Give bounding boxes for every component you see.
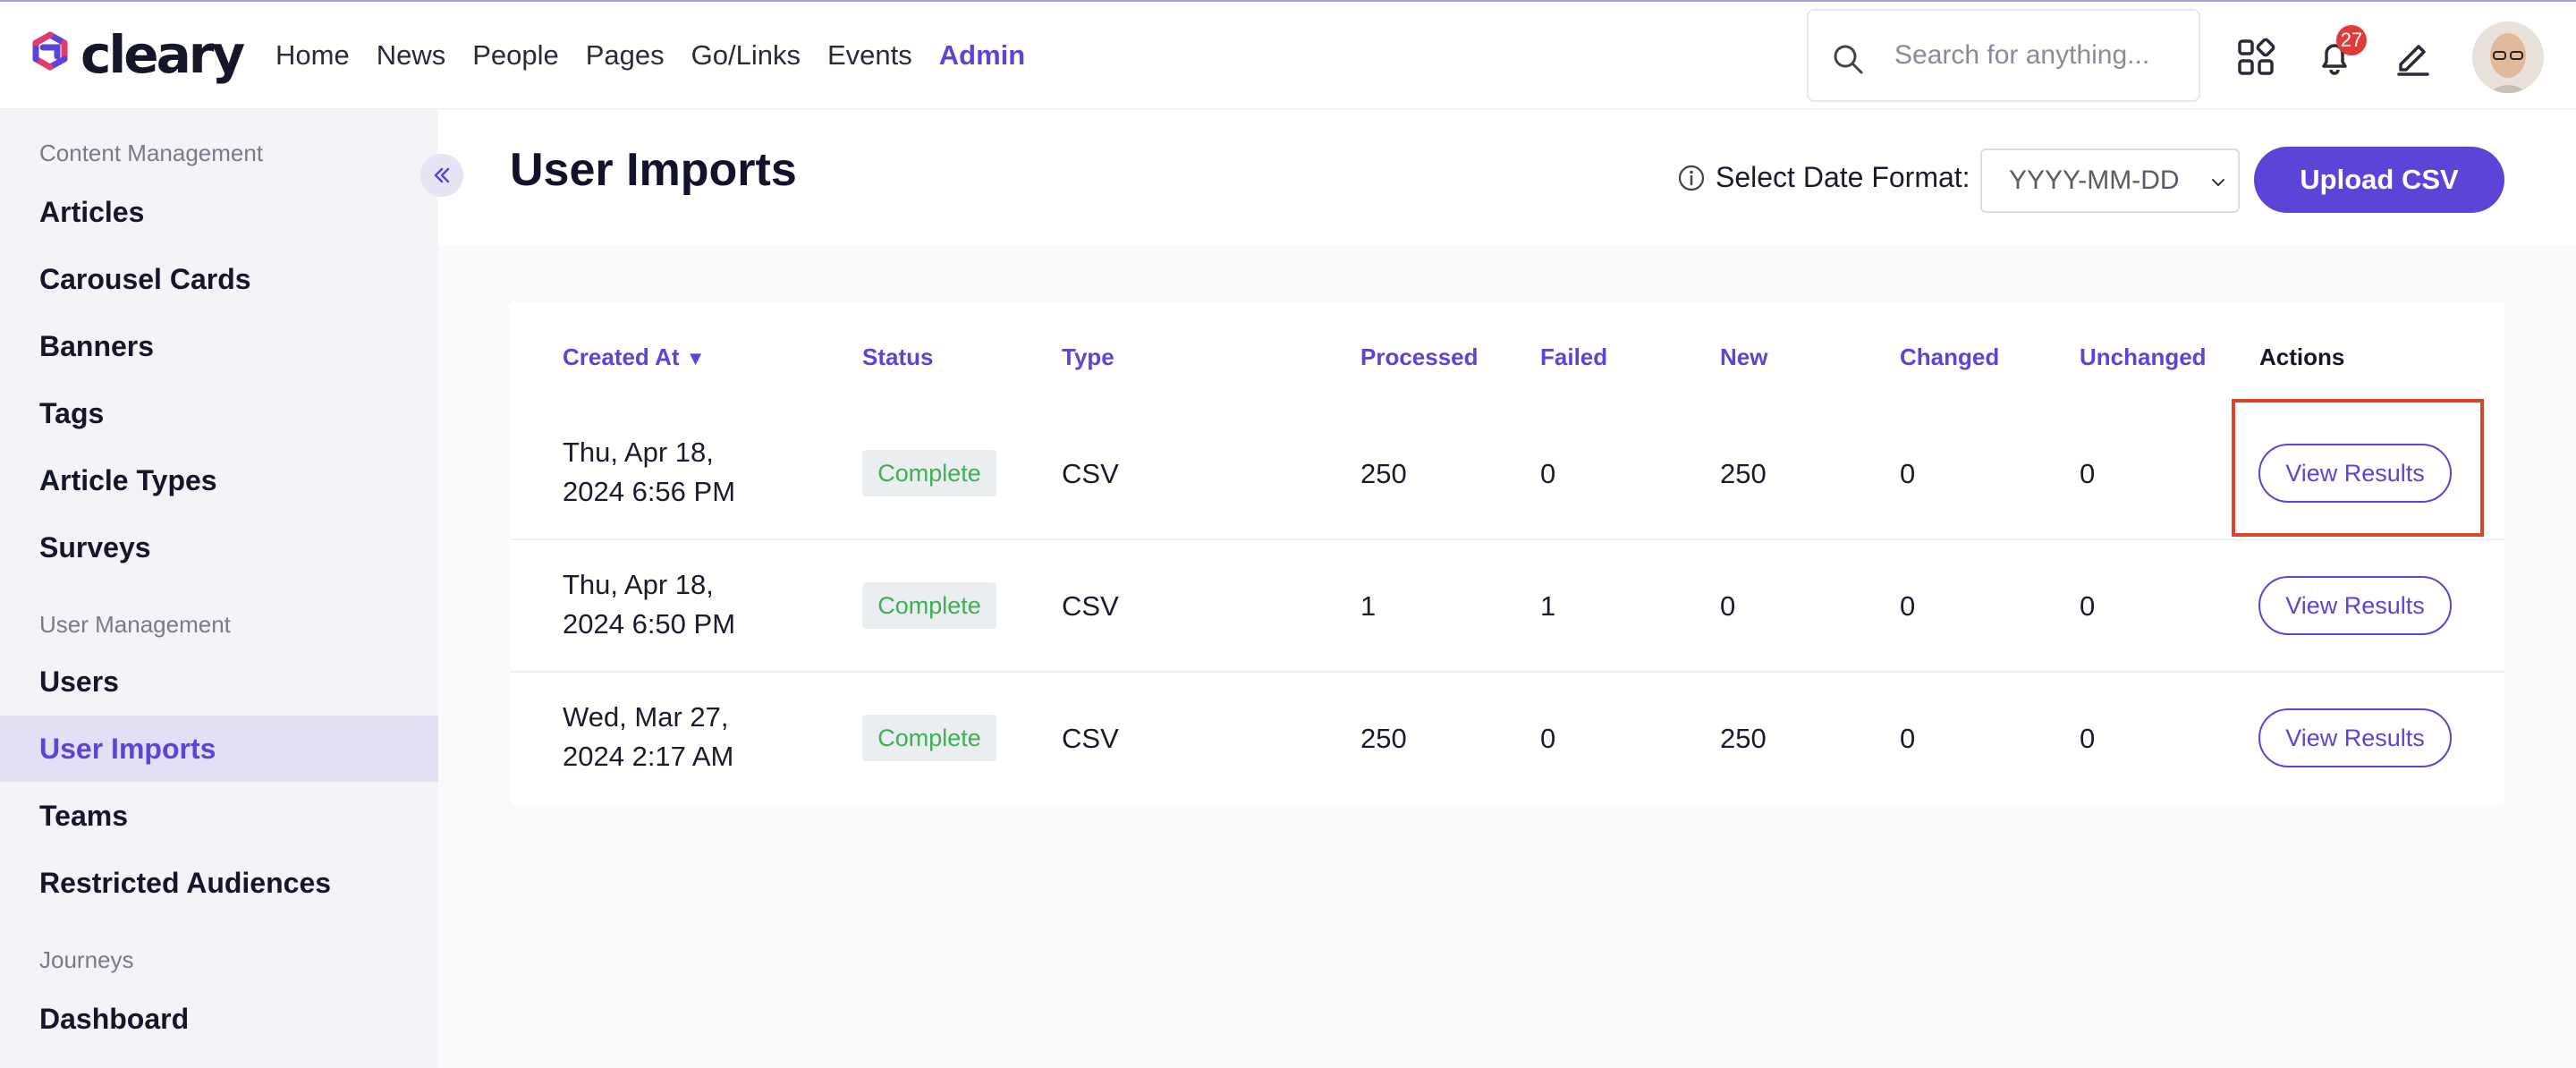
table-row-2-changed: 0 bbox=[1900, 590, 1916, 622]
sidebar-item-carousel-cards[interactable]: Carousel Cards bbox=[0, 246, 438, 312]
upload-csv-button[interactable]: Upload CSV bbox=[2254, 147, 2504, 213]
logo-text: cleary bbox=[80, 24, 245, 85]
table-row-3-changed: 0 bbox=[1900, 723, 1916, 754]
imports-table bbox=[510, 302, 2504, 805]
date-format-label-group: Select Date Format: bbox=[1678, 161, 1970, 194]
sidebar-section-content-management: Content Management bbox=[39, 140, 264, 166]
col-header-new[interactable]: New bbox=[1720, 343, 1767, 371]
nav-news[interactable]: News bbox=[377, 36, 446, 75]
top-header: cleary Home News People Pages Go/Links E… bbox=[0, 2, 2576, 109]
status-badge: Complete bbox=[862, 715, 996, 761]
table-row-2-created-at: Thu, Apr 18, 2024 6:50 PM bbox=[563, 565, 735, 644]
table-row-3-failed: 0 bbox=[1540, 723, 1556, 754]
table-row-1-new: 250 bbox=[1720, 458, 1767, 489]
table-row-1-type: CSV bbox=[1062, 458, 1119, 489]
sidebar-item-restricted-audiences[interactable]: Restricted Audiences bbox=[0, 850, 438, 916]
nav-admin[interactable]: Admin bbox=[939, 36, 1025, 75]
cleary-logo-icon bbox=[32, 31, 68, 71]
grid-icon[interactable] bbox=[2236, 38, 2275, 77]
col-header-processed[interactable]: Processed bbox=[1360, 343, 1479, 371]
nav-home[interactable]: Home bbox=[275, 36, 350, 75]
date-format-value: YYYY-MM-DD bbox=[2009, 165, 2180, 195]
created-at-time: 2024 2:17 AM bbox=[563, 741, 734, 772]
sidebar-section-journeys: Journeys bbox=[39, 946, 134, 973]
table-row-3-new: 250 bbox=[1720, 723, 1767, 754]
col-header-unchanged[interactable]: Unchanged bbox=[2080, 343, 2207, 371]
view-results-button-row-2[interactable]: View Results bbox=[2258, 576, 2452, 635]
avatar-image bbox=[2472, 21, 2544, 93]
col-header-status[interactable]: Status bbox=[862, 343, 933, 371]
search-box[interactable] bbox=[1807, 9, 2200, 102]
created-at-date: Thu, Apr 18, bbox=[563, 437, 714, 468]
col-header-type[interactable]: Type bbox=[1062, 343, 1114, 371]
col-header-created-at[interactable]: Created At ▼ bbox=[563, 343, 706, 371]
created-at-time: 2024 6:50 PM bbox=[563, 608, 736, 640]
sort-desc-icon: ▼ bbox=[685, 347, 706, 369]
nav-golinks[interactable]: Go/Links bbox=[691, 36, 801, 75]
view-results-button-row-1[interactable]: View Results bbox=[2258, 444, 2452, 503]
table-row-1-unchanged: 0 bbox=[2080, 458, 2096, 489]
row-divider bbox=[510, 538, 2504, 540]
table-row-2-type: CSV bbox=[1062, 590, 1119, 622]
notification-count-badge: 27 bbox=[2336, 25, 2367, 55]
col-header-changed[interactable]: Changed bbox=[1900, 343, 1999, 371]
sidebar-item-dashboard[interactable]: Dashboard bbox=[0, 986, 438, 1052]
nav-events[interactable]: Events bbox=[827, 36, 912, 75]
sidebar-item-banners[interactable]: Banners bbox=[0, 313, 438, 379]
created-at-date: Thu, Apr 18, bbox=[563, 569, 714, 600]
sidebar-item-surveys[interactable]: Surveys bbox=[0, 514, 438, 581]
table-row-3-unchanged: 0 bbox=[2080, 723, 2096, 754]
search-input[interactable] bbox=[1894, 36, 2181, 75]
main-nav: Home News People Pages Go/Links Events A… bbox=[275, 36, 1052, 75]
table-row-3-type: CSV bbox=[1062, 723, 1119, 754]
chevron-down-icon bbox=[2212, 179, 2224, 186]
created-at-time: 2024 6:56 PM bbox=[563, 476, 736, 507]
sidebar-item-user-imports[interactable]: User Imports bbox=[0, 716, 438, 782]
status-badge: Complete bbox=[862, 582, 996, 629]
collapse-sidebar-button[interactable] bbox=[420, 154, 463, 197]
info-icon[interactable] bbox=[1678, 165, 1705, 191]
user-avatar[interactable] bbox=[2472, 21, 2544, 93]
created-at-date: Wed, Mar 27, bbox=[563, 701, 729, 733]
page-title: User Imports bbox=[510, 144, 797, 196]
sidebar-item-article-types[interactable]: Article Types bbox=[0, 447, 438, 513]
table-row-2-unchanged: 0 bbox=[2080, 590, 2096, 622]
sidebar-item-articles[interactable]: Articles bbox=[0, 179, 438, 245]
row-divider bbox=[510, 671, 2504, 673]
sidebar-section-user-management: User Management bbox=[39, 611, 231, 638]
status-badge: Complete bbox=[862, 450, 996, 496]
table-row-1-created-at: Thu, Apr 18, 2024 6:56 PM bbox=[563, 433, 735, 512]
table-row-2-processed: 1 bbox=[1360, 590, 1377, 622]
col-header-created-at-label: Created At bbox=[563, 343, 680, 370]
pencil-icon[interactable] bbox=[2394, 38, 2433, 77]
date-format-select[interactable]: YYYY-MM-DD bbox=[1980, 148, 2240, 213]
search-icon bbox=[1834, 45, 1863, 74]
col-header-actions: Actions bbox=[2259, 343, 2345, 370]
table-row-2-failed: 1 bbox=[1540, 590, 1556, 622]
col-header-failed[interactable]: Failed bbox=[1540, 343, 1607, 371]
sidebar-item-tags[interactable]: Tags bbox=[0, 380, 438, 446]
nav-pages[interactable]: Pages bbox=[586, 36, 665, 75]
double-chevron-left-icon bbox=[434, 167, 450, 183]
table-row-3-processed: 250 bbox=[1360, 723, 1407, 754]
nav-people[interactable]: People bbox=[472, 36, 559, 75]
sidebar-item-users[interactable]: Users bbox=[0, 648, 438, 715]
table-row-2-new: 0 bbox=[1720, 590, 1736, 622]
sidebar-item-teams[interactable]: Teams bbox=[0, 783, 438, 849]
date-format-label: Select Date Format: bbox=[1716, 161, 1970, 193]
table-row-1-changed: 0 bbox=[1900, 458, 1916, 489]
table-row-3-created-at: Wed, Mar 27, 2024 2:17 AM bbox=[563, 698, 733, 776]
table-row-1-processed: 250 bbox=[1360, 458, 1407, 489]
table-row-1-failed: 0 bbox=[1540, 458, 1556, 489]
view-results-button-row-3[interactable]: View Results bbox=[2258, 708, 2452, 767]
cleary-logo[interactable]: cleary bbox=[25, 24, 245, 85]
